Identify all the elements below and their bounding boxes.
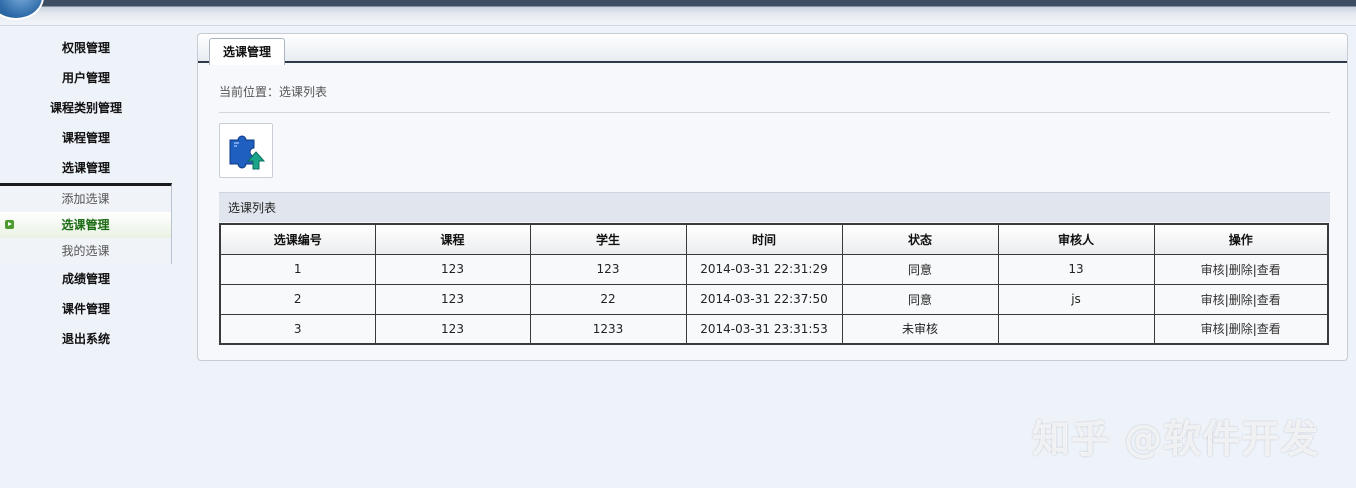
submenu-item-my-enrollment[interactable]: 我的选课 — [0, 238, 171, 264]
sidebar-item-permissions[interactable]: 权限管理 — [0, 33, 172, 63]
cell-student: 1233 — [529, 313, 687, 345]
sidebar-item-grades[interactable]: 成绩管理 — [0, 264, 172, 294]
view-link[interactable]: 查看 — [1257, 322, 1281, 336]
delete-link[interactable]: 删除 — [1229, 263, 1253, 277]
sidebar-item-courses[interactable]: 课程管理 — [0, 123, 172, 153]
cell-actions: 审核|删除|查看 — [1153, 283, 1329, 315]
watermark: 知乎 @软件开发 — [1032, 417, 1320, 461]
col-header-status: 状态 — [841, 223, 999, 255]
main-panel: 选课管理 当前位置：选课列表 选课列表 选课编号 课程 学生 时间 状态 审核人… — [197, 33, 1348, 361]
sidebar-item-enrollment[interactable]: 选课管理 — [0, 153, 172, 183]
col-header-time: 时间 — [685, 223, 843, 255]
breadcrumb: 当前位置：选课列表 — [219, 85, 328, 99]
col-header-student: 学生 — [529, 223, 687, 255]
cell-reviewer: js — [997, 283, 1155, 315]
cell-status: 同意 — [841, 283, 999, 315]
cell-id: 3 — [219, 313, 376, 345]
review-link[interactable]: 审核 — [1201, 263, 1225, 277]
cell-reviewer — [997, 313, 1155, 345]
divider — [219, 112, 1330, 113]
cell-status: 未审核 — [841, 313, 999, 345]
puzzle-upload-icon[interactable] — [219, 123, 273, 178]
sidebar-item-course-categories[interactable]: 课程类别管理 — [0, 93, 172, 123]
col-header-course: 课程 — [374, 223, 531, 255]
col-header-actions: 操作 — [1153, 223, 1329, 255]
cell-course: 123 — [374, 253, 531, 285]
sidebar-item-users[interactable]: 用户管理 — [0, 63, 172, 93]
view-link[interactable]: 查看 — [1257, 293, 1281, 307]
sidebar-item-courseware[interactable]: 课件管理 — [0, 294, 172, 324]
delete-link[interactable]: 删除 — [1229, 322, 1253, 336]
top-header — [0, 0, 1356, 26]
cell-student: 22 — [529, 283, 687, 315]
review-link[interactable]: 审核 — [1201, 322, 1225, 336]
cell-id: 1 — [219, 253, 376, 285]
cell-actions: 审核|删除|查看 — [1153, 313, 1329, 345]
submenu-item-enrollment-management[interactable]: 选课管理 — [0, 212, 171, 238]
sidebar: 权限管理 用户管理 课程类别管理 课程管理 选课管理 添加选课 选课管理 我的选… — [0, 33, 172, 354]
cell-actions: 审核|删除|查看 — [1153, 253, 1329, 285]
review-link[interactable]: 审核 — [1201, 293, 1225, 307]
col-header-reviewer: 审核人 — [997, 223, 1155, 255]
cell-reviewer: 13 — [997, 253, 1155, 285]
list-title: 选课列表 — [219, 192, 1330, 222]
table-row: 2 123 22 2014-03-31 22:37:50 同意 js 审核|删除… — [219, 283, 1329, 315]
col-header-id: 选课编号 — [219, 223, 376, 255]
cell-student: 123 — [529, 253, 687, 285]
active-arrow-icon — [5, 220, 14, 229]
table-row: 1 123 123 2014-03-31 22:31:29 同意 13 审核|删… — [219, 253, 1329, 285]
tab-bar: 选课管理 — [198, 34, 1347, 65]
cell-course: 123 — [374, 313, 531, 345]
cell-status: 同意 — [841, 253, 999, 285]
submenu-item-label: 选课管理 — [61, 218, 110, 232]
app-logo — [0, 0, 44, 20]
cell-course: 123 — [374, 283, 531, 315]
cell-time: 2014-03-31 23:31:53 — [685, 313, 843, 345]
cell-time: 2014-03-31 22:37:50 — [685, 283, 843, 315]
submenu-item-add-enrollment[interactable]: 添加选课 — [0, 186, 171, 212]
view-link[interactable]: 查看 — [1257, 263, 1281, 277]
table-row: 3 123 1233 2014-03-31 23:31:53 未审核 审核|删除… — [219, 313, 1329, 345]
cell-time: 2014-03-31 22:31:29 — [685, 253, 843, 285]
table-header-row: 选课编号 课程 学生 时间 状态 审核人 操作 — [219, 223, 1329, 255]
enrollment-submenu: 添加选课 选课管理 我的选课 — [0, 183, 172, 264]
delete-link[interactable]: 删除 — [1229, 293, 1253, 307]
tab-enrollment-management[interactable]: 选课管理 — [209, 38, 286, 65]
sidebar-item-logout[interactable]: 退出系统 — [0, 324, 172, 354]
cell-id: 2 — [219, 283, 376, 315]
enrollment-table: 选课编号 课程 学生 时间 状态 审核人 操作 1 123 123 2014-0… — [219, 223, 1329, 345]
